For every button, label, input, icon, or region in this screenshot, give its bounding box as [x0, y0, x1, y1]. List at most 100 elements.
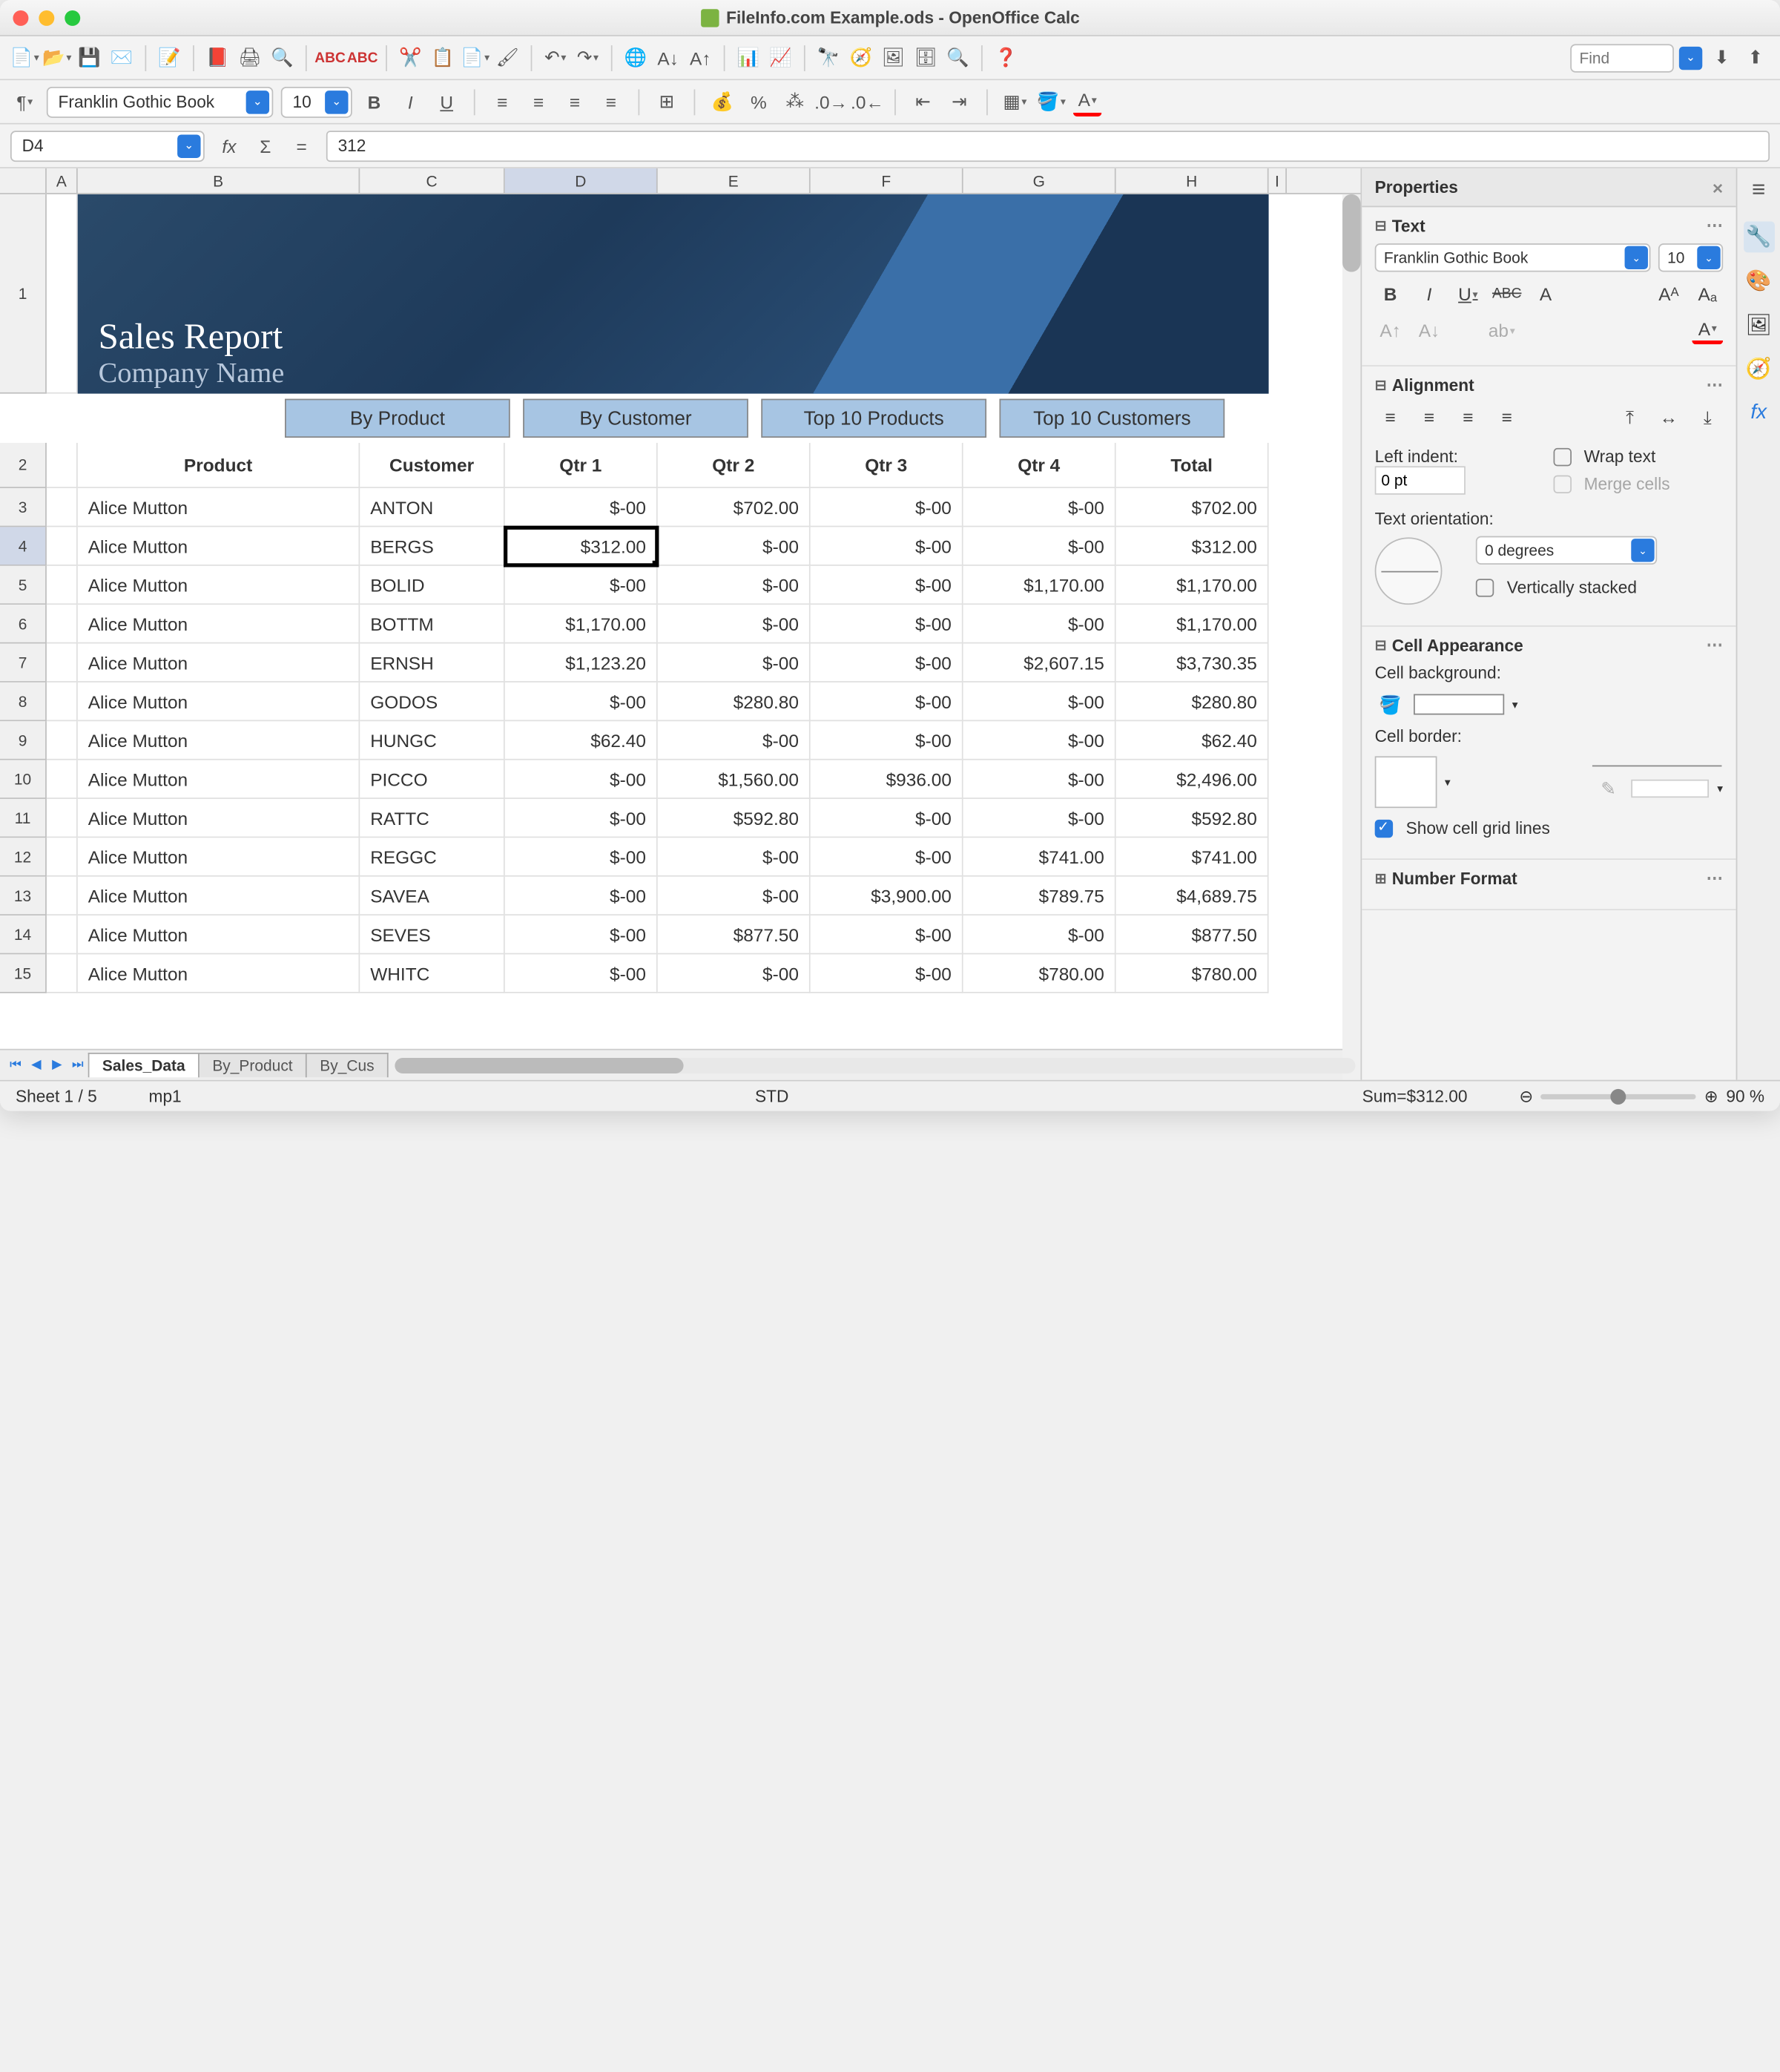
find-prev-button[interactable]: ⬆	[1741, 43, 1770, 71]
col-header-C[interactable]: C	[360, 168, 504, 193]
cell[interactable]	[47, 683, 78, 721]
nav-button-1[interactable]: By Customer	[523, 399, 748, 438]
cell[interactable]: $62.40	[1116, 721, 1269, 760]
align-center-button[interactable]: ≡	[524, 88, 553, 116]
cell[interactable]: $-00	[658, 721, 811, 760]
cell[interactable]: $780.00	[1116, 954, 1269, 993]
row-header[interactable]: 1	[0, 194, 47, 394]
name-box[interactable]: D4⌄	[10, 130, 205, 161]
sb-valign-mid[interactable]: ↔	[1653, 403, 1684, 431]
sum-button[interactable]: Σ	[251, 131, 280, 159]
row-header[interactable]: 12	[0, 838, 47, 876]
autospell-button[interactable]: ABC	[349, 43, 377, 71]
cell[interactable]: $936.00	[811, 760, 963, 799]
cell[interactable]: $-00	[963, 799, 1116, 838]
sb-strike-button[interactable]: ABC	[1491, 280, 1523, 308]
status-sum[interactable]: Sum=$312.00	[1362, 1086, 1468, 1105]
zoom-in-button[interactable]: ⊕	[1704, 1086, 1718, 1107]
cell[interactable]: $-00	[505, 760, 658, 799]
cell[interactable]: HUNGC	[360, 721, 504, 760]
percent-button[interactable]: %	[745, 88, 773, 116]
cell[interactable]	[47, 527, 78, 565]
border-picker[interactable]	[1375, 756, 1437, 808]
cut-button[interactable]: ✂️	[396, 43, 424, 71]
chart-button[interactable]: 📊	[734, 43, 762, 71]
sb-bold-button[interactable]: B	[1375, 280, 1406, 308]
cell[interactable]: ERNSH	[360, 643, 504, 682]
cell[interactable]	[47, 605, 78, 643]
cell[interactable]	[47, 838, 78, 876]
cell[interactable]: $-00	[505, 915, 658, 954]
cell[interactable]	[47, 488, 78, 527]
cell[interactable]: $2,496.00	[1116, 760, 1269, 799]
print-button[interactable]: 🖨	[236, 43, 264, 71]
indent-input[interactable]	[1375, 465, 1466, 493]
cell[interactable]: $-00	[811, 915, 963, 954]
close-window-button[interactable]	[13, 10, 28, 25]
row-header[interactable]: 15	[0, 954, 47, 993]
col-header-H[interactable]: H	[1116, 168, 1269, 193]
datasources-button[interactable]: 🗄	[912, 43, 940, 71]
stacked-checkbox[interactable]	[1476, 578, 1494, 596]
spellcheck-button[interactable]: ABC	[316, 43, 344, 71]
cell[interactable]: BOTTM	[360, 605, 504, 643]
minimize-window-button[interactable]	[39, 10, 54, 25]
cell[interactable]: $-00	[963, 605, 1116, 643]
col-header-A[interactable]: A	[47, 168, 78, 193]
cell[interactable]: BOLID	[360, 566, 504, 605]
cell[interactable]: $-00	[963, 683, 1116, 721]
sb-italic-button[interactable]: I	[1414, 280, 1445, 308]
cell[interactable]: Alice Mutton	[78, 643, 360, 682]
sb-underline-button[interactable]: U	[1452, 280, 1483, 308]
cell[interactable]: $-00	[811, 566, 963, 605]
tab-first-button[interactable]: ⏮	[5, 1055, 26, 1076]
hyperlink-button[interactable]: 🌐	[622, 43, 650, 71]
cell[interactable]: Alice Mutton	[78, 605, 360, 643]
cell[interactable]: $702.00	[1116, 488, 1269, 527]
col-header-I[interactable]: I	[1269, 168, 1287, 193]
sb-shadow-button[interactable]: A	[1530, 280, 1561, 308]
cell[interactable]: $-00	[505, 877, 658, 915]
styles-button[interactable]: ¶	[10, 88, 39, 116]
cell[interactable]	[47, 954, 78, 993]
edit-file-button[interactable]: 📝	[155, 43, 183, 71]
cell[interactable]: Alice Mutton	[78, 799, 360, 838]
number-std-button[interactable]: ⁂	[781, 88, 809, 116]
align-right-button[interactable]: ≡	[561, 88, 589, 116]
align-left-button[interactable]: ≡	[488, 88, 516, 116]
section-number-label[interactable]: Number Format	[1392, 868, 1517, 887]
cell[interactable]: $1,170.00	[1116, 605, 1269, 643]
cell[interactable]: $877.50	[658, 915, 811, 954]
cell[interactable]: $789.75	[963, 877, 1116, 915]
find-next-button[interactable]: ⬇	[1707, 43, 1736, 71]
sort-asc-button[interactable]: A↓	[653, 43, 682, 71]
zoom-slider[interactable]	[1541, 1093, 1696, 1099]
navigator-tab-icon[interactable]: 🧭	[1743, 354, 1774, 385]
gallery-tab-icon[interactable]: 🖼	[1743, 309, 1774, 341]
cell[interactable]: $3,900.00	[811, 877, 963, 915]
find-input[interactable]	[1570, 43, 1674, 71]
cell[interactable]: Alice Mutton	[78, 488, 360, 527]
cell[interactable]: $280.80	[658, 683, 811, 721]
formula-input[interactable]: 312	[326, 130, 1770, 161]
cell[interactable]	[47, 566, 78, 605]
currency-button[interactable]: 💰	[708, 88, 736, 116]
col-header-F[interactable]: F	[811, 168, 963, 193]
cell[interactable]: REGGC	[360, 838, 504, 876]
cell[interactable]: BERGS	[360, 527, 504, 565]
cell[interactable]: $-00	[811, 799, 963, 838]
nav-button-2[interactable]: Top 10 Products	[761, 399, 986, 438]
cell[interactable]: $-00	[658, 527, 811, 565]
wrap-text-checkbox[interactable]	[1553, 447, 1571, 465]
row-header[interactable]: 3	[0, 488, 47, 527]
add-decimal-button[interactable]: .0→	[817, 88, 845, 116]
cell[interactable]: $741.00	[1116, 838, 1269, 876]
undo-button[interactable]: ↶	[541, 43, 570, 71]
sb-highlight-button[interactable]: ab	[1486, 316, 1517, 344]
sb-sub-button[interactable]: Aₐ	[1692, 280, 1723, 308]
sb-shrink-font-button[interactable]: A↓	[1414, 316, 1445, 344]
gallery-button[interactable]: 🖼	[879, 43, 907, 71]
cell[interactable]: Alice Mutton	[78, 683, 360, 721]
tab-last-button[interactable]: ⏭	[67, 1055, 88, 1076]
sort-desc-button[interactable]: A↑	[686, 43, 714, 71]
